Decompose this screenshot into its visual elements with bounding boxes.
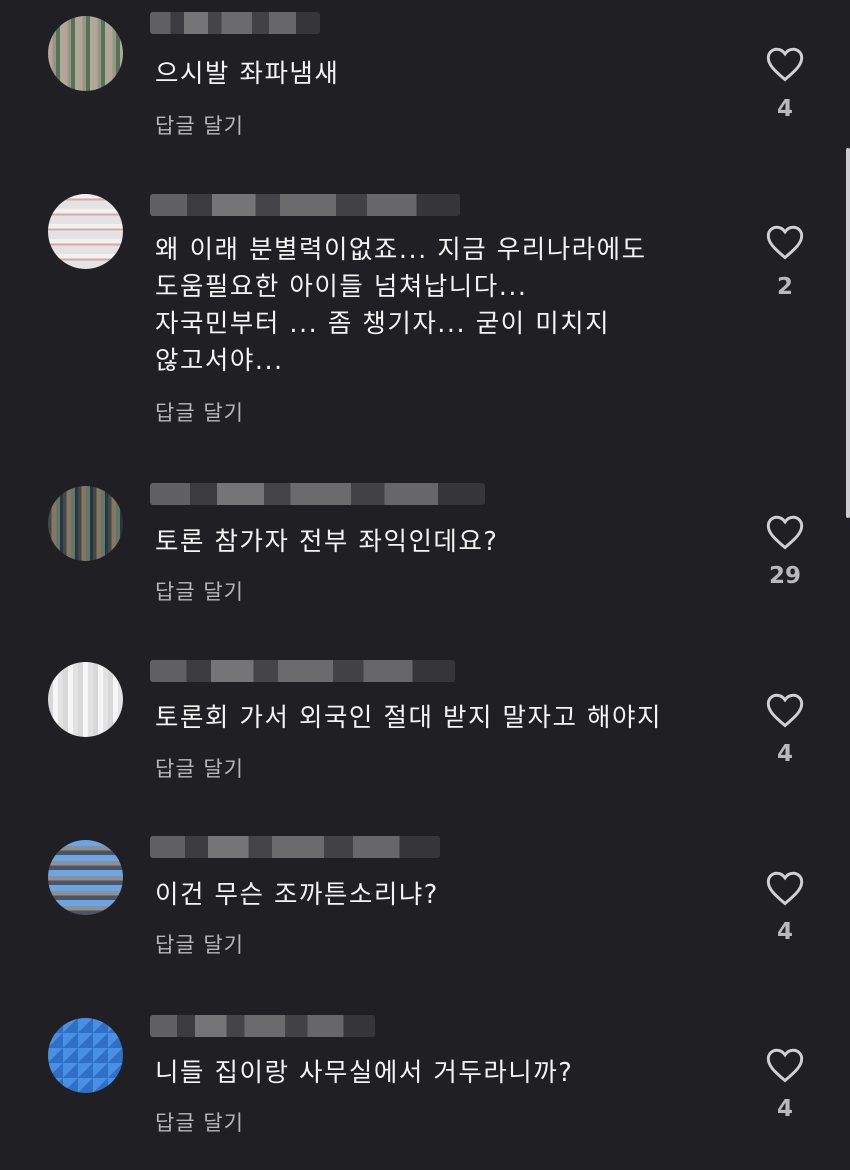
username-blurred[interactable]	[150, 194, 460, 216]
username-blurred[interactable]	[150, 660, 455, 682]
reply-button[interactable]: 답글 달기	[155, 576, 244, 606]
reply-button[interactable]: 답글 달기	[155, 397, 244, 427]
avatar[interactable]	[48, 16, 123, 91]
avatar[interactable]	[48, 486, 123, 561]
reply-button[interactable]: 답글 달기	[155, 110, 244, 140]
username-blurred[interactable]	[150, 483, 485, 505]
username-blurred[interactable]	[150, 836, 440, 858]
comment-text: 토론 참가자 전부 좌익인데요?	[155, 527, 499, 557]
heart-outline-icon[interactable]	[765, 514, 805, 550]
like-count: 4	[776, 919, 793, 945]
comment-text: 으시발 좌파냄새	[155, 59, 340, 89]
username-blurred[interactable]	[150, 1015, 375, 1037]
like-count: 2	[776, 274, 793, 300]
avatar[interactable]	[48, 662, 123, 737]
like-count: 4	[776, 741, 793, 767]
avatar[interactable]	[48, 194, 123, 269]
reply-button[interactable]: 답글 달기	[155, 1107, 244, 1137]
reply-button[interactable]: 답글 달기	[155, 929, 244, 959]
heart-outline-icon[interactable]	[765, 692, 805, 728]
heart-outline-icon[interactable]	[765, 46, 805, 82]
comment-text: 왜 이래 분별력이없죠... 지금 우리나라에도 도움필요한 아이들 넘쳐납니다…	[155, 235, 647, 376]
like-count: 4	[776, 96, 793, 122]
like-count: 4	[776, 1096, 793, 1122]
avatar[interactable]	[48, 1018, 123, 1093]
comment-text: 토론회 가서 외국인 절대 받지 말자고 해야지	[155, 703, 662, 733]
scrollbar[interactable]	[846, 148, 850, 518]
like-count: 29	[768, 563, 801, 589]
avatar[interactable]	[48, 840, 123, 915]
reply-button[interactable]: 답글 달기	[155, 753, 244, 783]
comment-text: 이건 무슨 조까튼소리냐?	[155, 880, 439, 910]
username-blurred[interactable]	[150, 12, 320, 34]
heart-outline-icon[interactable]	[765, 870, 805, 906]
heart-outline-icon[interactable]	[765, 224, 805, 260]
comment-text: 니들 집이랑 사무실에서 거두라니까?	[155, 1058, 574, 1088]
heart-outline-icon[interactable]	[765, 1047, 805, 1083]
